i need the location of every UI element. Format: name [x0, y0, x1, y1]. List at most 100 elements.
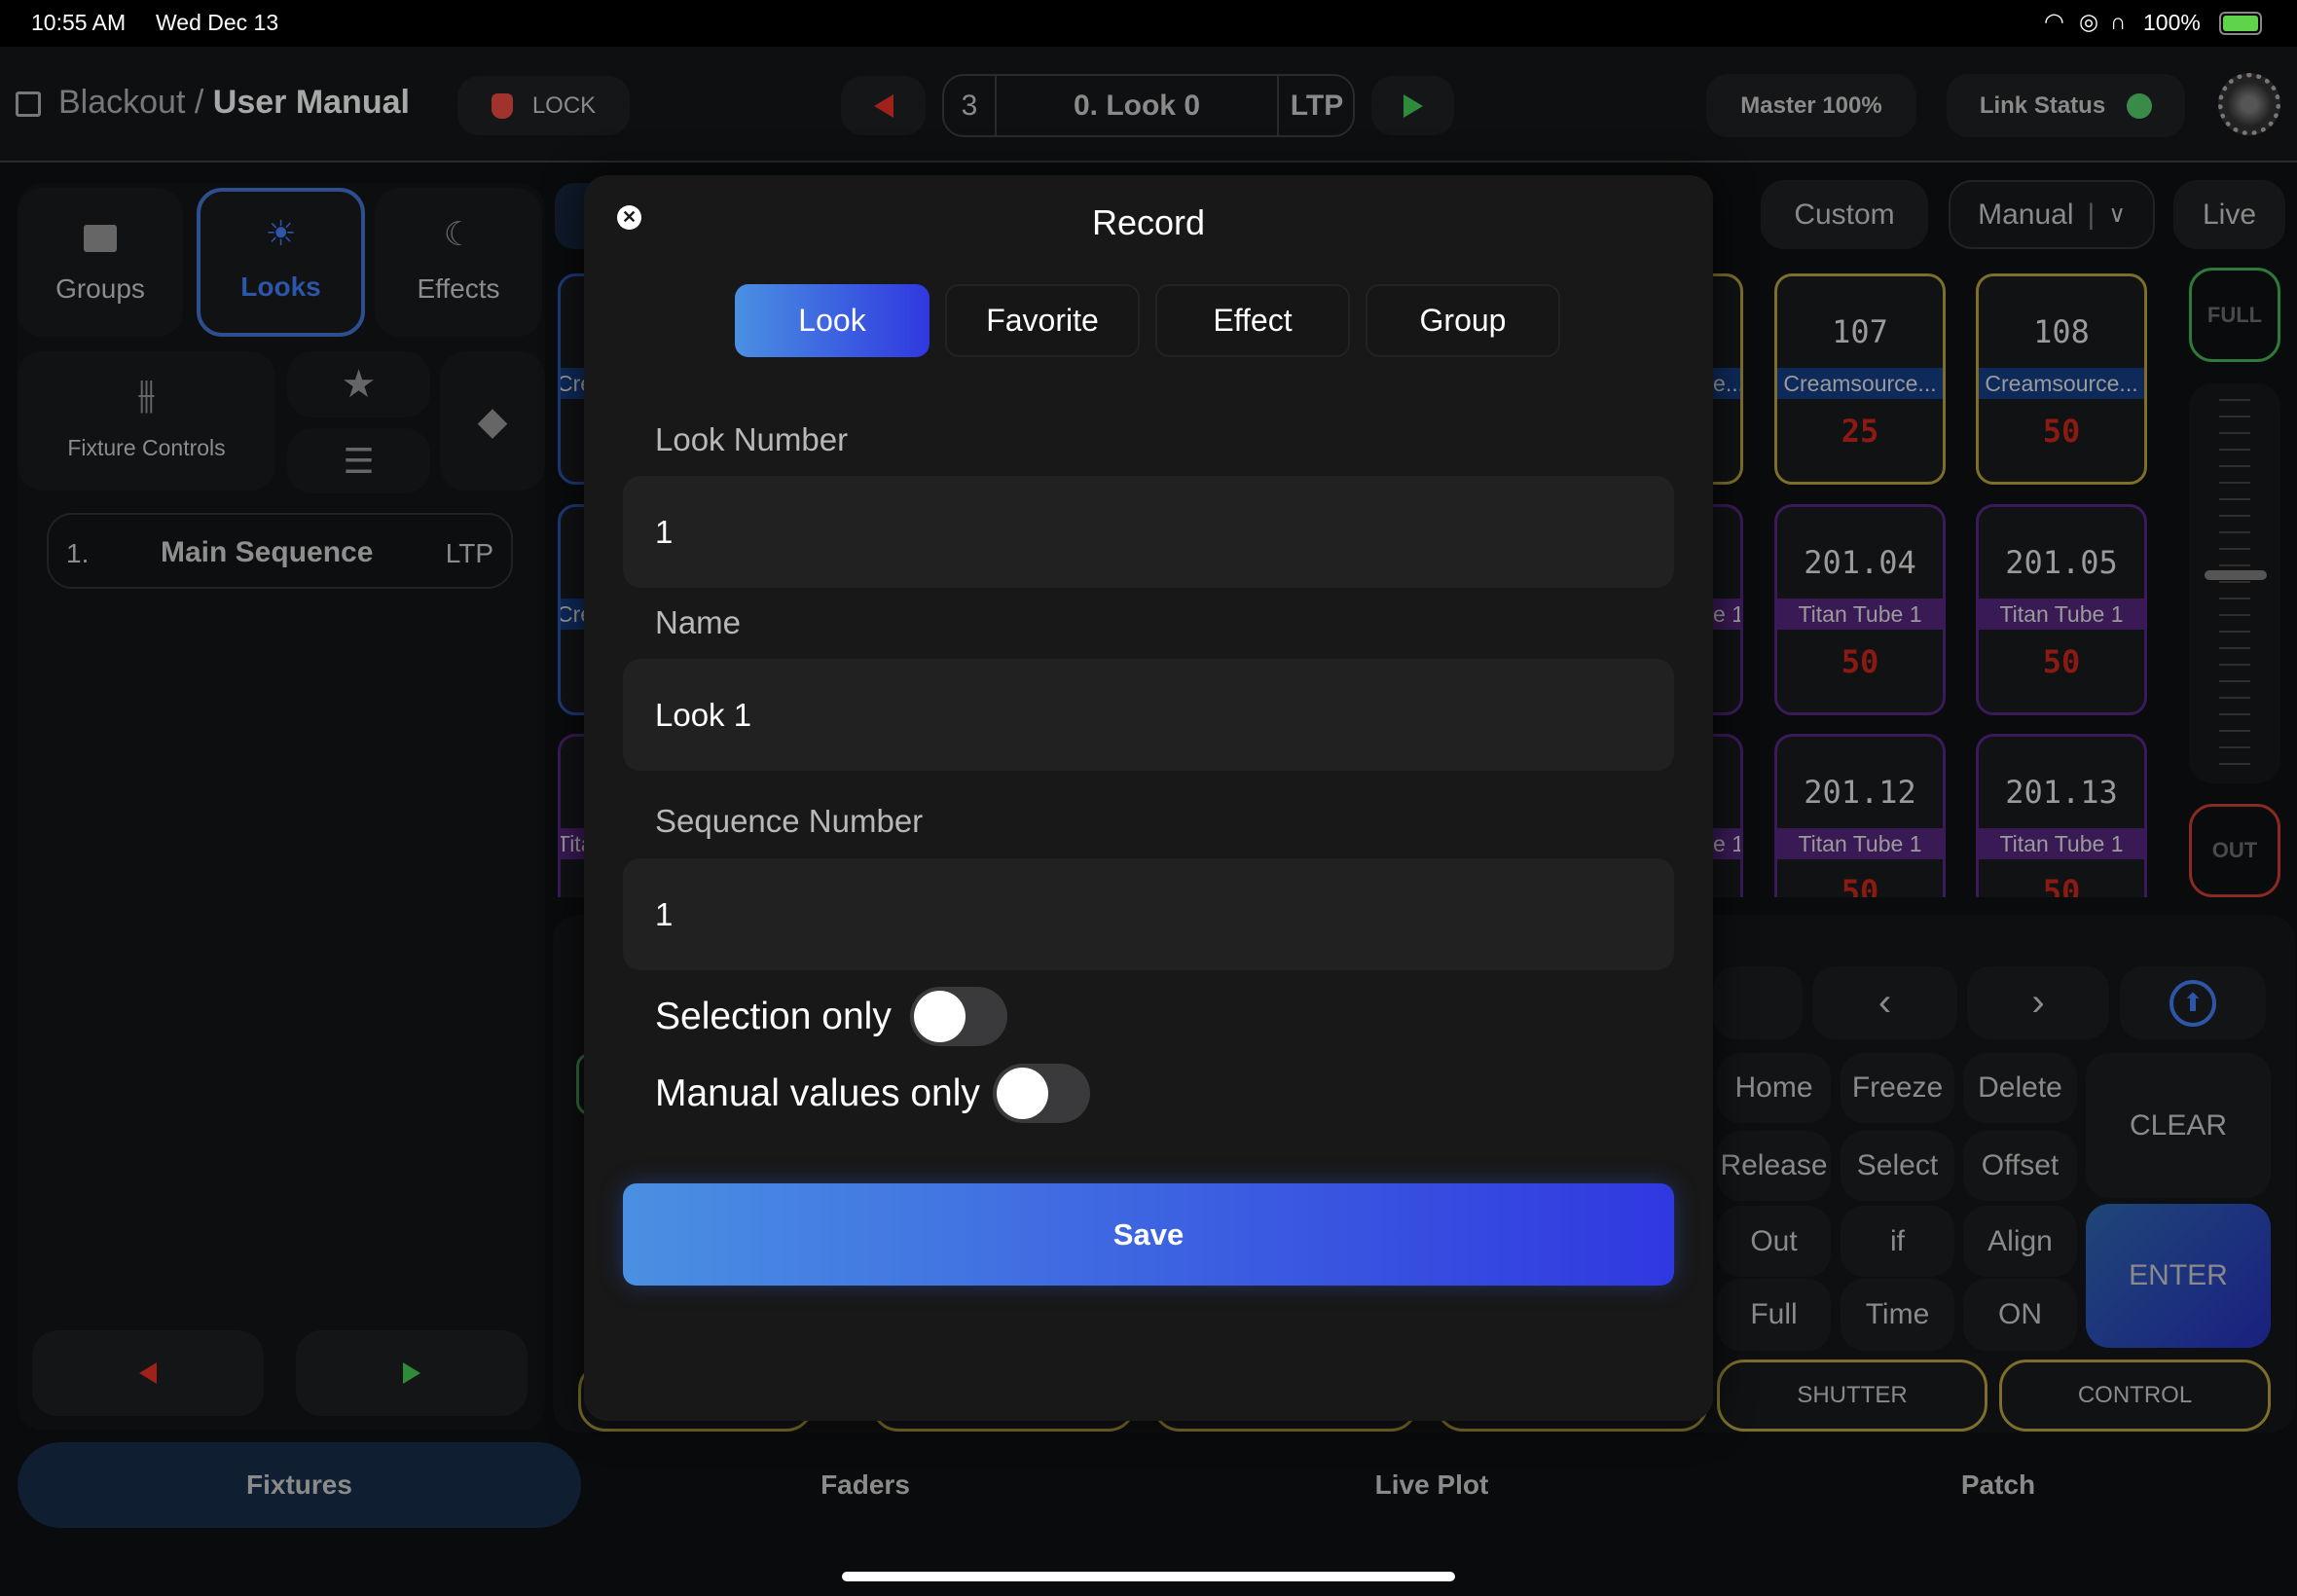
tab-look[interactable]: Look: [735, 284, 930, 357]
key-align[interactable]: Align: [1963, 1206, 2077, 1277]
effects-tile[interactable]: ☾ Effects: [375, 188, 542, 337]
fixture-controls-tile[interactable]: ⫵ Fixture Controls: [18, 351, 275, 490]
key-select[interactable]: Select: [1841, 1131, 1954, 1201]
name-input[interactable]: Look 1: [623, 659, 1674, 771]
list-button[interactable]: ☰: [287, 428, 430, 493]
fixture-value: 50: [1841, 873, 1879, 897]
keypad-blank-button[interactable]: [1713, 966, 1803, 1039]
fixture-tile[interactable]: 201.04 Titan Tube 1 50: [1774, 504, 1946, 715]
triangle-right-icon: [1403, 93, 1423, 118]
key-release[interactable]: Release: [1717, 1131, 1831, 1201]
fader-tick: [2219, 713, 2250, 715]
fixture-tile[interactable]: 201.05 Titan Tube 1 50: [1976, 504, 2147, 715]
control-button[interactable]: CONTROL: [1999, 1360, 2271, 1432]
star-icon: ★: [341, 363, 377, 406]
fixture-value: 50: [1841, 643, 1879, 680]
tab-live-plot[interactable]: Live Plot: [1150, 1442, 1713, 1528]
fader-track[interactable]: [2189, 383, 2280, 783]
save-button[interactable]: Save: [623, 1183, 1674, 1286]
sequence-number-input[interactable]: 1: [623, 858, 1674, 970]
tab-favorite[interactable]: Favorite: [945, 284, 1140, 357]
key-on[interactable]: ON: [1963, 1279, 2077, 1351]
triangle-left-icon: [873, 93, 893, 118]
fader-tick: [2219, 482, 2250, 484]
master-button[interactable]: Master 100%: [1706, 74, 1916, 137]
fader-handle[interactable]: [2205, 569, 2267, 580]
tab-fixtures[interactable]: Fixtures: [18, 1442, 581, 1528]
cursor-right-button[interactable]: ›: [1967, 966, 2109, 1039]
key-offset[interactable]: Offset: [1963, 1131, 2077, 1201]
favorites-button[interactable]: ★: [287, 351, 430, 417]
breadcrumb-parent[interactable]: Blackout: [58, 84, 185, 121]
fixture-name: Titan Tube 1: [1777, 828, 1943, 859]
fader-tick: [2219, 416, 2250, 417]
current-look: 0. Look 0: [1073, 89, 1201, 122]
key-full[interactable]: Full: [1717, 1279, 1831, 1351]
fader-tick: [2219, 581, 2250, 583]
fixture-value: 50: [2042, 873, 2081, 897]
tab-faders[interactable]: Faders: [584, 1442, 1147, 1528]
lock-label: LOCK: [531, 91, 597, 119]
sequence-list-item[interactable]: 1. Main Sequence LTP: [47, 513, 513, 589]
selection-only-toggle[interactable]: [910, 987, 1007, 1046]
triangle-right-icon: [403, 1362, 420, 1384]
exit-icon[interactable]: [16, 91, 41, 117]
key-freeze[interactable]: Freeze: [1841, 1053, 1954, 1123]
custom-view-button[interactable]: Custom: [1761, 180, 1928, 249]
arrow-up-circle-icon: ⬆: [2169, 979, 2216, 1027]
left-next-button[interactable]: [296, 1330, 528, 1416]
fixture-name: Creamsource...: [1777, 368, 1943, 399]
list-icon: ☰: [343, 440, 375, 481]
cursor-left-button[interactable]: ‹: [1812, 966, 1957, 1039]
sequence-name: Main Sequence: [161, 536, 374, 568]
fader-tick: [2219, 697, 2250, 699]
next-look-button[interactable]: [1371, 76, 1454, 135]
groups-tile[interactable]: Groups: [18, 188, 183, 337]
lock-button[interactable]: LOCK: [457, 76, 630, 135]
tab-effect[interactable]: Effect: [1155, 284, 1350, 357]
groups-label: Groups: [55, 273, 145, 304]
fader-out-button[interactable]: OUT: [2189, 804, 2280, 897]
sequence-number-label: Sequence Number: [655, 803, 924, 839]
key-out[interactable]: Out: [1717, 1206, 1831, 1277]
fixture-tile[interactable]: 107 Creamsource... 25: [1774, 273, 1946, 485]
folder-icon: [84, 225, 117, 252]
left-prev-button[interactable]: [32, 1330, 264, 1416]
fader-tick: [2219, 614, 2250, 616]
shift-button[interactable]: ⬆: [2120, 966, 2266, 1039]
sequence-num: 1.: [66, 538, 90, 568]
link-status-button[interactable]: Link Status: [1947, 74, 2185, 137]
look-number-input[interactable]: 1: [623, 476, 1674, 588]
shutter-button[interactable]: SHUTTER: [1717, 1360, 1987, 1432]
link-status-label: Link Status: [1979, 91, 2106, 119]
enter-button[interactable]: ENTER: [2086, 1204, 2271, 1348]
fixture-tile[interactable]: 201.13 Titan Tube 1 50: [1976, 734, 2147, 897]
diamond-button[interactable]: ◆: [440, 351, 545, 490]
fixture-name: Titan Tube 1: [1777, 598, 1943, 630]
fader-tick: [2219, 730, 2250, 732]
tab-group[interactable]: Group: [1366, 284, 1560, 357]
home-indicator[interactable]: [842, 1572, 1455, 1581]
chevron-right-icon: ›: [2031, 981, 2045, 1024]
manual-dropdown[interactable]: Manual | ∨: [1949, 180, 2155, 249]
header: Blackout / User Manual LOCK 3 0. Look 0 …: [0, 47, 2297, 163]
tab-patch[interactable]: Patch: [1717, 1442, 2279, 1528]
looks-tile[interactable]: ☀ Looks: [197, 188, 365, 337]
fixture-tile[interactable]: 201.12 Titan Tube 1 50: [1774, 734, 1946, 897]
selection-only-label: Selection only: [655, 996, 892, 1037]
app-logo-icon[interactable]: [2218, 73, 2280, 135]
fixture-name: Creamsource...: [1979, 368, 2144, 399]
fader-full-button[interactable]: FULL: [2189, 268, 2280, 362]
manual-values-only-label: Manual values only: [655, 1072, 980, 1114]
key-delete[interactable]: Delete: [1963, 1053, 2077, 1123]
key-time[interactable]: Time: [1841, 1279, 1954, 1351]
manual-values-only-toggle[interactable]: [993, 1064, 1090, 1123]
clear-button[interactable]: CLEAR: [2086, 1053, 2271, 1198]
key-home[interactable]: Home: [1717, 1053, 1831, 1123]
fixture-tile[interactable]: 108 Creamsource... 50: [1976, 273, 2147, 485]
key-if[interactable]: if: [1841, 1206, 1954, 1277]
fader-tick: [2219, 680, 2250, 682]
previous-look-button[interactable]: [841, 76, 926, 135]
orientation-lock-icon: ◎: [2079, 9, 2099, 34]
live-view-button[interactable]: Live: [2173, 180, 2285, 249]
